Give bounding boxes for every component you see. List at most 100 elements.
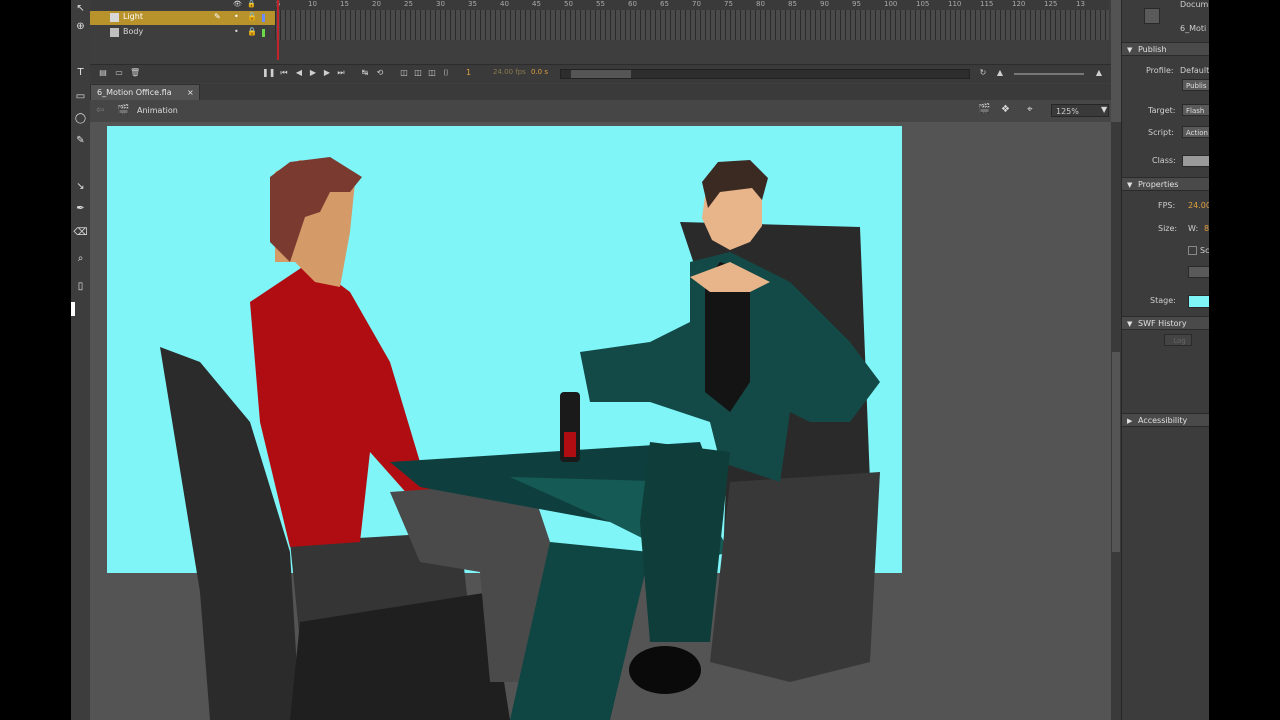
visibility-dot-icon[interactable]: • (234, 27, 239, 36)
new-layer-icon[interactable]: ▤ (98, 68, 108, 78)
stroke-color-icon[interactable]: ▯ (71, 278, 90, 296)
stage-pasteboard[interactable] (90, 122, 1111, 720)
ruler-tick-label: 105 (916, 0, 930, 8)
document-tab[interactable]: 6_Motion Office.fla × (90, 84, 200, 101)
script-select[interactable]: Action (1182, 126, 1209, 138)
target-label: Target: (1148, 106, 1176, 115)
new-folder-icon[interactable]: ▭ (114, 68, 124, 78)
sync-icon[interactable]: ↻ (978, 68, 988, 78)
fps-value[interactable]: 24.00 (1188, 201, 1209, 210)
ruler-tick-label: 25 (404, 0, 413, 8)
timeline-panel: 5101520253035404550556065707580859095100… (90, 0, 1111, 84)
bone-tool-icon[interactable]: ↘ (71, 178, 90, 196)
eye-icon[interactable]: 👁 (233, 0, 242, 8)
text-tool-icon[interactable]: T (71, 64, 90, 82)
right-chair-wheel[interactable] (629, 646, 701, 694)
ruler-tick-label: 13 (1076, 0, 1085, 8)
playhead[interactable] (277, 0, 279, 60)
edit-scene-icon[interactable]: 🎬 (978, 104, 990, 115)
first-frame-icon[interactable]: ⏮ (279, 68, 289, 78)
play-icon[interactable]: ▶ (308, 68, 318, 78)
ruler-tick-label: 50 (564, 0, 573, 8)
pencil-tool-icon[interactable]: ✎ (71, 132, 90, 150)
fill-color-swatch[interactable] (71, 302, 75, 316)
elapsed-time[interactable]: 0.0 s (531, 68, 548, 76)
next-frame-icon[interactable]: ▶ (322, 68, 332, 78)
class-input[interactable] (1182, 155, 1209, 167)
loop-icon[interactable]: ⟲ (375, 68, 385, 78)
doc-name: 6_Moti (1180, 24, 1207, 33)
oval-tool-icon[interactable]: ◯ (71, 110, 90, 128)
3d-rotation-tool-icon[interactable]: ⊕ (71, 18, 90, 36)
ruler-tick-label: 80 (756, 0, 765, 8)
zoom-slider[interactable] (1014, 73, 1084, 75)
target-select[interactable]: Flash (1182, 104, 1209, 116)
close-tab-icon[interactable]: × (187, 88, 194, 97)
right-chair-body[interactable] (710, 472, 880, 682)
edit-symbols-icon[interactable]: ❖ (1001, 104, 1010, 115)
ruler-tick-label: 120 (1012, 0, 1026, 8)
lock-all-icon[interactable]: 🔒 (247, 0, 256, 8)
stage-color-swatch[interactable] (1188, 295, 1209, 308)
publish-settings-button[interactable]: Publis (1182, 79, 1209, 91)
visibility-dot-icon[interactable]: • (234, 12, 239, 21)
current-frame[interactable]: 1 (466, 68, 471, 77)
advanced-settings-button[interactable] (1188, 266, 1209, 278)
frame-ruler: 5101520253035404550556065707580859095100… (275, 0, 1109, 10)
layer-name: Body (123, 27, 144, 36)
back-arrow-icon[interactable]: ⇦ (96, 105, 104, 116)
lock-icon[interactable]: 🔒 (247, 12, 257, 21)
outline-color-icon[interactable] (262, 14, 265, 22)
scene-name[interactable]: Animation (137, 106, 178, 115)
eyedropper-tool-icon[interactable]: ✒ (71, 200, 90, 218)
frame-rate[interactable]: 24.00 fps (493, 68, 526, 76)
artwork-scene[interactable] (90, 122, 1111, 720)
layer-row-body[interactable]: Body • 🔒 (90, 26, 275, 40)
stage-vertical-scrollbar[interactable] (1111, 122, 1121, 720)
last-frame-icon[interactable]: ⏭ (336, 68, 346, 78)
layer-name: Light (123, 12, 143, 21)
ruler-tick-label: 10 (308, 0, 317, 8)
zoom-out-icon[interactable]: ▲ (995, 68, 1005, 78)
stage-label: Stage: (1150, 296, 1176, 305)
document-tab-title: 6_Motion Office.fla (97, 88, 172, 97)
swf-history-section-header[interactable]: ▼ SWF History (1122, 316, 1209, 330)
eraser-tool-icon[interactable]: ⌫ (71, 224, 90, 242)
layer-row-light[interactable]: Light ✎ • 🔒 (90, 11, 275, 25)
pause-icon[interactable]: ❚❚ (262, 68, 275, 78)
zoom-in-icon[interactable]: ▲ (1092, 68, 1106, 78)
ruler-tick-label: 95 (852, 0, 861, 8)
onion-outline-icon[interactable]: ◫ (413, 68, 423, 78)
profile-value: Default (1180, 66, 1209, 75)
center-frame-icon[interactable]: ↹ (360, 68, 370, 78)
layer-icon (110, 28, 119, 37)
lock-icon[interactable]: 🔒 (247, 27, 257, 36)
publish-section-header[interactable]: ▼ Publish (1122, 42, 1209, 56)
ruler-tick-label: 110 (948, 0, 962, 8)
frame-grid[interactable] (275, 10, 1109, 40)
scale-checkbox[interactable] (1188, 246, 1197, 255)
delete-layer-icon[interactable]: 🗑 (130, 68, 140, 78)
zoom-tool-icon[interactable]: ⌕ (71, 250, 90, 268)
rectangle-tool-icon[interactable]: ▭ (71, 88, 90, 106)
scroll-thumb[interactable] (1112, 352, 1120, 552)
prev-frame-icon[interactable]: ◀ (294, 68, 304, 78)
scroll-thumb[interactable] (571, 70, 631, 78)
ruler-tick-label: 115 (980, 0, 994, 8)
onion-skin-icon[interactable]: ◫ (399, 68, 409, 78)
chevron-down-icon[interactable]: ▼ (1101, 105, 1107, 114)
class-label: Class: (1152, 156, 1176, 165)
pencil-icon: ✎ (214, 12, 221, 21)
modify-markers-icon[interactable]: ⌷ (441, 68, 451, 78)
edit-multiple-icon[interactable]: ◫ (427, 68, 437, 78)
timeline-scrollbar[interactable] (560, 69, 970, 79)
center-stage-icon[interactable]: ⌖ (1027, 104, 1033, 115)
size-label: Size: (1158, 224, 1178, 233)
outline-color-icon[interactable] (262, 29, 265, 37)
accessibility-section-header[interactable]: ▶ Accessibility (1122, 413, 1209, 427)
ruler-tick-label: 55 (596, 0, 605, 8)
log-button[interactable]: Log (1164, 334, 1192, 346)
flash-window: ↖ ⊕ T ▭ ◯ ✎ ↘ ✒ ⌫ ⌕ ▯ 510152025303540455… (71, 0, 1209, 720)
selection-tool-icon[interactable]: ↖ (71, 0, 90, 18)
properties-section-header[interactable]: ▼ Properties (1122, 177, 1209, 191)
